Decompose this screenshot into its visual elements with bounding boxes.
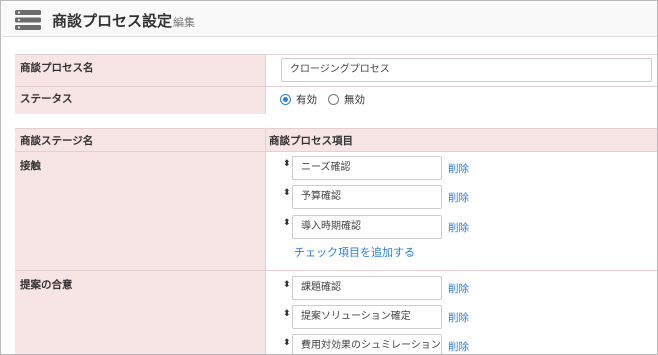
page-title: 商談プロセス設定	[52, 12, 173, 30]
process-name-label-cell: 商談プロセス名	[15, 55, 266, 86]
status-label: ステータス	[20, 93, 73, 105]
delete-item-link[interactable]: 削除	[448, 281, 469, 296]
delete-item-link[interactable]: 削除	[448, 310, 469, 325]
status-option-active-label: 有効	[296, 94, 317, 106]
page-frame: 商談プロセス設定 編集 商談プロセス名 クロージングプロセス ステータス 有効 …	[0, 0, 658, 355]
stage-name: 接触	[20, 160, 41, 172]
drag-handle-icon[interactable]: ⬍	[283, 309, 291, 319]
stage-item-input[interactable]: 導入時期確認	[292, 215, 442, 239]
stage-item-input[interactable]: 提案ソリューション確定	[292, 305, 442, 329]
stage-items-cell: ⬍ ニーズ確認 削除 ⬍ 予算確認 削除 ⬍ 導入時期確認 削除 チェック項目を…	[266, 152, 657, 270]
delete-item-link[interactable]: 削除	[448, 161, 469, 176]
status-radio-inactive[interactable]	[328, 94, 339, 105]
status-label-cell: ステータス	[15, 87, 266, 114]
delete-item-link[interactable]: 削除	[448, 339, 469, 354]
page-header: 商談プロセス設定 編集	[2, 2, 657, 37]
delete-item-link[interactable]: 削除	[448, 220, 469, 235]
process-name-value-cell: クロージングプロセス	[266, 55, 657, 86]
drag-handle-icon[interactable]: ⬍	[283, 159, 291, 169]
process-items-header-cell: 商談プロセス項目	[266, 129, 657, 151]
drag-handle-icon[interactable]: ⬍	[283, 188, 291, 198]
stage-items-cell: ⬍ 課題確認 削除 ⬍ 提案ソリューション確定 削除 ⬍ 費用対効果のシュミレー…	[266, 271, 657, 354]
stage-name: 提案の合意	[20, 279, 73, 291]
status-option-inactive-label: 無効	[344, 94, 365, 106]
server-stack-icon	[15, 10, 41, 30]
delete-item-link[interactable]: 削除	[448, 190, 469, 205]
process-items-header: 商談プロセス項目	[269, 135, 353, 147]
stage-name-cell: 提案の合意	[15, 271, 266, 354]
stage-name-header: 商談ステージ名	[20, 135, 94, 147]
drag-handle-icon[interactable]: ⬍	[283, 338, 291, 348]
stage-item-input[interactable]: 予算確認	[292, 185, 442, 209]
page-subtitle: 編集	[173, 16, 195, 29]
stage-item-input[interactable]: 費用対効果のシュミレーション	[292, 334, 442, 354]
section-spacer	[2, 114, 657, 128]
status-radio-active[interactable]	[280, 94, 291, 105]
stage-item-input[interactable]: ニーズ確認	[292, 156, 442, 180]
stage-name-cell: 接触	[15, 152, 266, 270]
add-check-item-link[interactable]: チェック項目を追加する	[294, 244, 415, 260]
process-name-label: 商談プロセス名	[20, 62, 94, 74]
drag-handle-icon[interactable]: ⬍	[283, 218, 291, 228]
stage-item-input[interactable]: 課題確認	[292, 276, 442, 300]
status-value-cell: 有効 無効	[266, 87, 657, 114]
drag-handle-icon[interactable]: ⬍	[283, 280, 291, 290]
stage-name-header-cell: 商談ステージ名	[15, 129, 266, 151]
process-name-input[interactable]: クロージングプロセス	[281, 58, 652, 82]
